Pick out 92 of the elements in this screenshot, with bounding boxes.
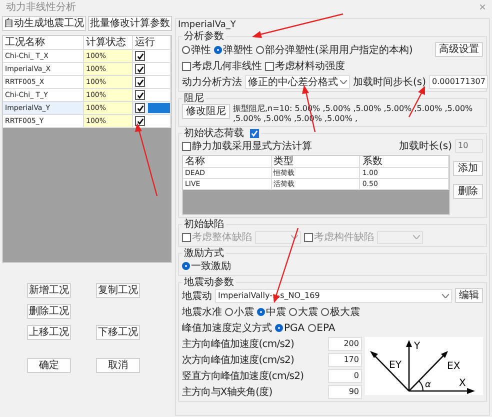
group-title: 激励方式 xyxy=(183,248,225,259)
action-button[interactable]: 下移工况 xyxy=(96,325,140,340)
table-button[interactable]: 添加 xyxy=(453,161,483,176)
damping-button[interactable]: 修改阻尼 xyxy=(182,104,230,119)
caret-icon xyxy=(413,235,420,239)
checkbox[interactable] xyxy=(135,64,145,74)
toolbar-button[interactable]: 批量修改计算参数 xyxy=(88,16,172,31)
option-label: 弹塑性 xyxy=(223,44,253,56)
field-label: 地震动 xyxy=(182,290,212,302)
column-header: 计算状态 xyxy=(84,36,133,49)
input-field[interactable]: 0 xyxy=(328,369,362,383)
checkbox[interactable] xyxy=(250,129,259,138)
angle-label: α xyxy=(425,380,431,390)
radio-button[interactable] xyxy=(256,46,264,54)
group-title: 分析参数 xyxy=(183,31,225,42)
option-label: 部分弹塑性(采用用户指定的本构) xyxy=(265,44,413,56)
axis-label: X xyxy=(459,378,466,389)
field-label: 竖直方向峰值加速度(cm/s2) xyxy=(182,370,304,383)
group-title: 初始缺陷 xyxy=(183,219,225,230)
field-label: 地震水准 xyxy=(182,306,222,319)
caret-icon xyxy=(442,294,449,298)
caret-icon xyxy=(340,80,347,84)
checkbox[interactable] xyxy=(135,90,145,100)
radio-button[interactable] xyxy=(275,324,283,332)
edit-button[interactable]: 编辑 xyxy=(455,288,483,303)
option-label: 弹性 xyxy=(191,44,211,56)
axis-label: EY xyxy=(389,360,402,371)
option-label: PGA xyxy=(284,322,305,334)
field-label: 主方向与X轴夹角(度) xyxy=(182,386,272,399)
field-label: 加载时长(s) xyxy=(398,140,452,153)
group-title: 阻尼 xyxy=(183,93,205,104)
checkbox-label: 静力加载采用显式方法计算 xyxy=(192,140,312,153)
column-header: 名称 xyxy=(183,156,272,167)
input-field[interactable]: 200 xyxy=(328,337,362,351)
checkbox-label: 考虑构件缺陷 xyxy=(314,230,374,244)
checkbox-label: 考虑材料动强度 xyxy=(275,60,345,73)
group-title: 地震动参数 xyxy=(183,277,235,288)
table-button[interactable]: 删除 xyxy=(453,184,483,199)
input-field[interactable]: 90 xyxy=(328,385,362,399)
checkbox[interactable] xyxy=(135,116,145,126)
checkbox[interactable] xyxy=(182,142,191,150)
column-header: 系数 xyxy=(360,156,450,167)
axis-label: EX xyxy=(447,361,460,372)
radio-button[interactable] xyxy=(308,324,316,332)
option-label: 大震 xyxy=(298,306,318,319)
group-title: 初始状态荷载 xyxy=(184,128,244,139)
checkbox[interactable] xyxy=(135,103,145,113)
checkbox[interactable] xyxy=(182,232,191,242)
column-header: 类型 xyxy=(272,156,360,167)
column-header: 运行 xyxy=(133,36,171,49)
field-label: 动力分析方法 xyxy=(182,76,242,89)
option-label: 一致激励 xyxy=(191,260,231,273)
checkbox[interactable] xyxy=(265,62,274,70)
field-label: 主方向峰值加速度(cm/s2) xyxy=(182,338,294,351)
action-button[interactable]: 复制工况 xyxy=(96,283,140,298)
axis-label: Y xyxy=(414,341,420,352)
radio-button[interactable] xyxy=(214,46,222,54)
checkbox[interactable] xyxy=(182,62,191,70)
column-header: 工况名称 xyxy=(3,36,84,49)
duration-field[interactable]: 10 xyxy=(455,139,483,153)
checkbox[interactable] xyxy=(135,77,145,87)
checkbox[interactable] xyxy=(135,51,145,61)
field-label: 次方向峰值加速度(cm/s2) xyxy=(182,354,294,367)
panel-title: ImperialVa_Y xyxy=(178,20,236,30)
radio-button[interactable] xyxy=(289,308,297,316)
radio-button[interactable] xyxy=(182,46,190,54)
field-label: 峰值加速度定义方式 xyxy=(182,322,272,335)
radio-button[interactable] xyxy=(182,262,190,270)
method-dropdown[interactable]: 修正的中心差分格式 xyxy=(245,75,350,89)
checkbox-label: 考虑几何非线性 xyxy=(192,60,262,73)
dropdown[interactable] xyxy=(255,230,301,244)
field-label: 加载时间步长(s) xyxy=(353,76,426,89)
checkbox[interactable] xyxy=(304,232,313,242)
radio-button[interactable] xyxy=(257,308,265,316)
window-title: 动力非线性分析 xyxy=(6,0,76,14)
step-field[interactable]: 0.000171307 xyxy=(429,75,488,89)
input-field[interactable]: 170 xyxy=(328,353,362,367)
checkbox-label: 考虑整体缺陷 xyxy=(192,230,252,244)
radio-button[interactable] xyxy=(321,308,329,316)
caret-icon xyxy=(291,235,298,239)
radio-button[interactable] xyxy=(225,308,233,316)
option-label: 中震 xyxy=(266,306,286,319)
action-button[interactable]: 删除工况 xyxy=(27,304,71,319)
option-label: EPA xyxy=(316,322,336,334)
action-button[interactable]: 新增工况 xyxy=(27,283,71,298)
option-label: 极大震 xyxy=(330,306,360,319)
toolbar-button[interactable]: 自动生成地震工况 xyxy=(2,16,86,31)
option-label: 小震 xyxy=(234,306,254,319)
advanced-button[interactable]: 高级设置 xyxy=(435,42,483,57)
action-button[interactable]: 取消 xyxy=(96,358,140,373)
action-button[interactable]: 确定 xyxy=(27,358,71,373)
action-button[interactable]: 上移工况 xyxy=(27,325,71,340)
